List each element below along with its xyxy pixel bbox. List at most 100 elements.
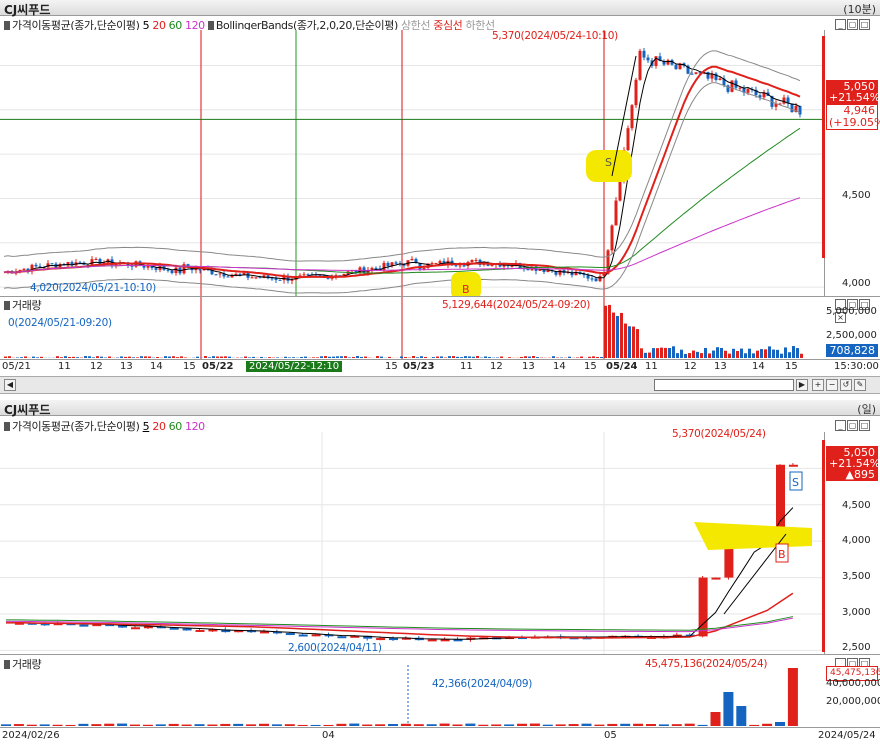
volume-bar bbox=[20, 357, 23, 358]
bottom-y-tick: 4,500 bbox=[842, 500, 871, 511]
zoom-out-icon[interactable]: − bbox=[826, 379, 838, 391]
volume-bar bbox=[96, 356, 99, 358]
bottom-chart-period[interactable]: (일) bbox=[857, 401, 876, 417]
buy-marker: B bbox=[778, 548, 786, 561]
candle-body bbox=[434, 262, 438, 264]
candle-body bbox=[666, 60, 670, 65]
bottom-chart-titlebar: CJ씨푸드 (일) bbox=[0, 400, 880, 417]
panel-restore-icon[interactable]: ▢ bbox=[847, 19, 858, 30]
top-x-tick: 2024/05/22-12:10 bbox=[246, 361, 343, 372]
volume-bar bbox=[465, 723, 476, 726]
volume-bar bbox=[404, 356, 407, 358]
top-price-plot[interactable]: SB bbox=[0, 16, 824, 296]
zoom-reset-icon[interactable]: ↺ bbox=[840, 379, 852, 391]
volume-bar bbox=[700, 353, 703, 358]
scroll-left-icon[interactable]: ◀ bbox=[4, 379, 16, 391]
volume-bar bbox=[646, 724, 656, 726]
top-x-tick: 11 bbox=[58, 361, 71, 372]
candle-body bbox=[374, 267, 378, 269]
volume-bar bbox=[400, 723, 411, 726]
volume-bar bbox=[84, 356, 87, 358]
volume-bar bbox=[140, 356, 143, 358]
volume-bar bbox=[156, 357, 159, 358]
top-x-tick: 15 bbox=[183, 361, 196, 372]
candle-body bbox=[738, 87, 742, 89]
bottom-x-tick: 04 bbox=[322, 730, 335, 741]
top-axis-range-bar bbox=[822, 36, 825, 258]
candle-body bbox=[174, 267, 178, 274]
volume-bar bbox=[607, 723, 618, 726]
top-x-tick: 13 bbox=[120, 361, 133, 372]
panel-maximize-icon[interactable]: □ bbox=[859, 19, 870, 30]
volume-bar bbox=[416, 357, 419, 358]
scroll-right-icon[interactable]: ▶ bbox=[796, 379, 808, 391]
volume-bar bbox=[476, 356, 479, 358]
candle-body bbox=[438, 261, 442, 263]
top-volume-low-annotation: 0(2024/05/21-09:20) bbox=[8, 317, 112, 329]
volume-bar bbox=[176, 357, 179, 358]
settings-wrench-icon[interactable]: ✎ bbox=[854, 379, 866, 391]
candle-body bbox=[274, 278, 278, 280]
top-x-tick: 14 bbox=[150, 361, 163, 372]
volume-bar bbox=[432, 357, 435, 358]
volume-bar bbox=[184, 357, 187, 358]
scroll-thumb[interactable] bbox=[654, 379, 794, 391]
volume-bar bbox=[155, 724, 166, 726]
bottom-high-annotation: 5,370(2024/05/24) bbox=[672, 428, 766, 440]
volume-bar bbox=[552, 356, 555, 358]
top-chart-period[interactable]: (10분) bbox=[843, 1, 876, 17]
panel-maximize-icon[interactable]: □ bbox=[859, 420, 870, 431]
bottom-x-tick: 2024/02/26 bbox=[2, 730, 60, 741]
volume-bar bbox=[412, 356, 415, 358]
candle-body bbox=[510, 266, 514, 268]
panel-minimize-icon[interactable]: _ bbox=[835, 19, 846, 30]
candle-body bbox=[614, 200, 618, 226]
candle-body bbox=[258, 277, 262, 279]
volume-bar bbox=[460, 357, 463, 358]
chart-scrollbar[interactable]: ◀ ▶ + − ↺ ✎ bbox=[0, 376, 880, 394]
volume-bar bbox=[220, 356, 223, 358]
highlight-band bbox=[694, 522, 812, 550]
volume-bar bbox=[784, 347, 787, 358]
volume-bar bbox=[352, 357, 355, 358]
candle-body bbox=[598, 276, 602, 282]
volume-bar bbox=[484, 356, 487, 358]
volume-bar bbox=[252, 356, 255, 358]
volume-bar bbox=[52, 724, 63, 726]
volume-bar bbox=[529, 723, 540, 726]
volume-bar bbox=[581, 723, 592, 726]
top-volume-plot[interactable] bbox=[0, 297, 824, 359]
volume-bar bbox=[697, 724, 708, 726]
volume-bar bbox=[8, 356, 11, 358]
volume-bar bbox=[216, 356, 219, 358]
volume-bar bbox=[108, 356, 111, 358]
volume-bar bbox=[671, 724, 682, 726]
volume-bar bbox=[652, 348, 655, 358]
volume-bar bbox=[64, 356, 67, 358]
volume-bar bbox=[388, 724, 398, 726]
volume-bar bbox=[36, 357, 39, 358]
volume-bar bbox=[732, 348, 735, 358]
volume-bar bbox=[304, 356, 307, 358]
volume-bar bbox=[259, 723, 269, 726]
volume-bar bbox=[728, 353, 731, 358]
candle-body bbox=[430, 263, 434, 265]
volume-bar bbox=[633, 723, 644, 726]
volume-bar bbox=[56, 356, 59, 358]
volume-bar bbox=[648, 352, 651, 358]
volume-bar bbox=[736, 706, 747, 726]
volume-bar bbox=[488, 357, 491, 358]
volume-bar bbox=[716, 347, 719, 358]
candle-body bbox=[94, 258, 98, 260]
candle-body bbox=[462, 265, 466, 267]
panel-minimize-icon[interactable]: _ bbox=[835, 420, 846, 431]
panel-restore-icon[interactable]: ▢ bbox=[847, 420, 858, 431]
candle-body bbox=[718, 78, 722, 80]
volume-bar bbox=[39, 724, 50, 726]
bottom-price-plot[interactable]: SB bbox=[0, 416, 824, 654]
top-x-tick: 13 bbox=[522, 361, 535, 372]
zoom-in-icon[interactable]: + bbox=[812, 379, 824, 391]
top-volume-high-annotation: 5,129,644(2024/05/24-09:20) bbox=[442, 299, 591, 311]
candle-body bbox=[250, 277, 254, 279]
bottom-vol-tick: 20,000,000 bbox=[826, 696, 880, 707]
